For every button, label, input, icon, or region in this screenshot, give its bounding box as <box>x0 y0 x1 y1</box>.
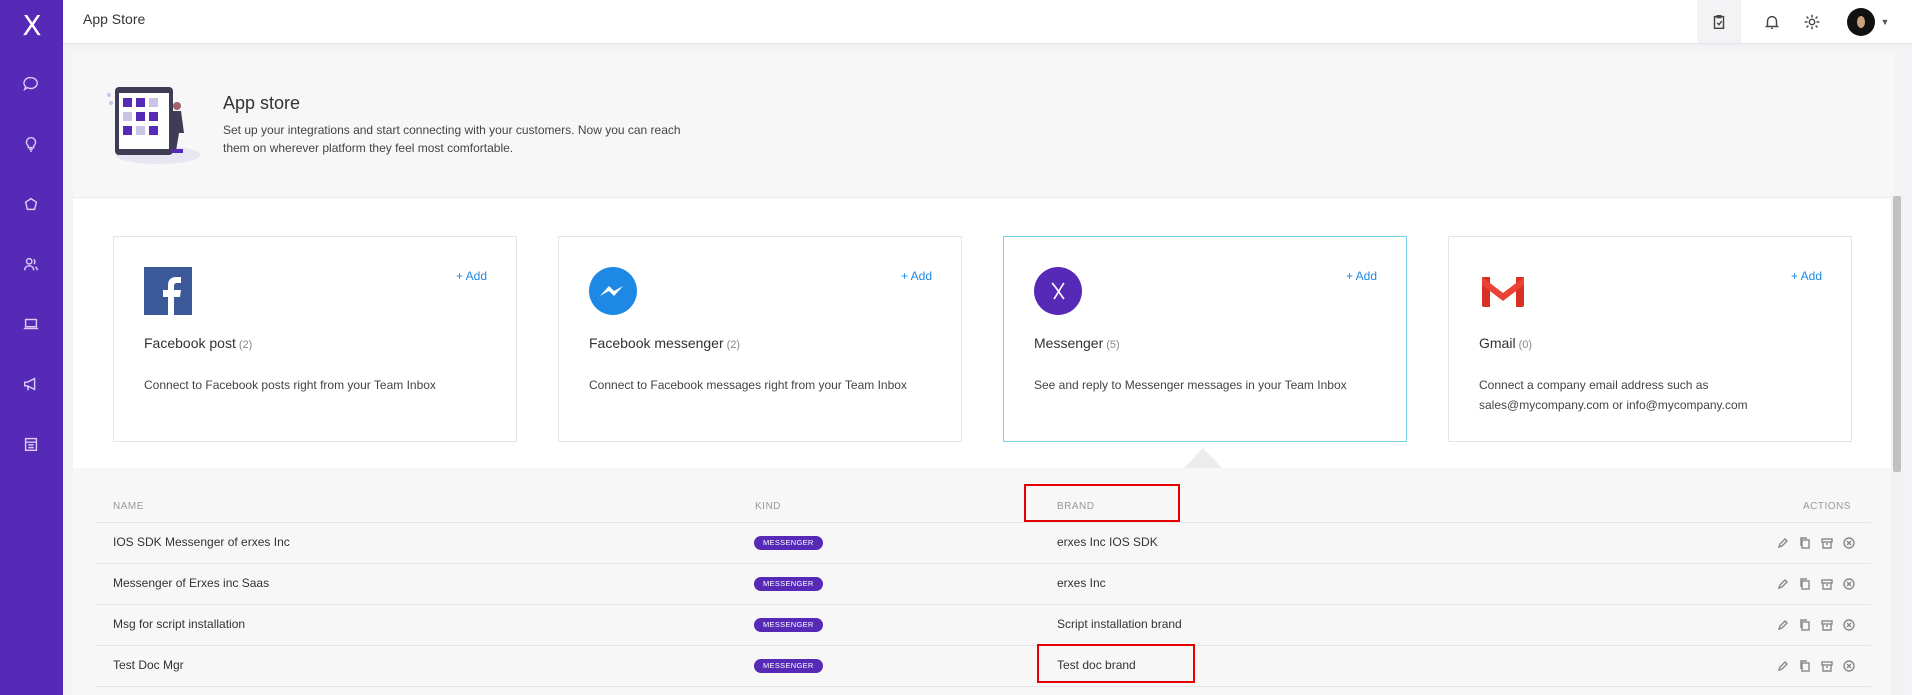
integrations-table: NAME KIND BRAND ACTIONS IOS SDK Messenge… <box>73 468 1894 695</box>
erxes-messenger-icon <box>1034 267 1082 315</box>
row-name: Messenger of Erxes inc Saas <box>113 576 270 590</box>
edit-icon[interactable] <box>1775 576 1791 592</box>
highlight-box-brand-cell <box>1037 644 1195 683</box>
active-card-pointer <box>1184 448 1222 468</box>
clipboard-check-icon[interactable] <box>1697 0 1741 43</box>
remove-icon[interactable] <box>1841 535 1857 551</box>
card-gmail[interactable]: + Add Gmail (0) Connect a company email a… <box>1448 236 1852 442</box>
card-title: Facebook messenger (2) <box>589 335 741 351</box>
row-brand: erxes Inc IOS SDK <box>1057 535 1158 549</box>
column-header-name[interactable]: NAME <box>113 501 144 512</box>
add-gmail-button[interactable]: + Add <box>1791 269 1822 283</box>
row-brand: erxes Inc <box>1057 576 1106 590</box>
row-name: Test Doc Mgr <box>113 658 184 672</box>
page-title: App Store <box>83 11 146 27</box>
kind-badge: MESSENGER <box>754 536 823 550</box>
copy-icon[interactable] <box>1797 658 1813 674</box>
edit-icon[interactable] <box>1775 535 1791 551</box>
card-description: Connect a company email address such as … <box>1479 378 1748 412</box>
kind-badge: MESSENGER <box>754 577 823 591</box>
laptop-icon[interactable] <box>17 310 45 338</box>
column-header-kind[interactable]: KIND <box>755 501 781 512</box>
kind-badge: MESSENGER <box>754 659 823 673</box>
add-facebook-messenger-button[interactable]: + Add <box>901 269 932 283</box>
hero-description: Set up your integrations and start conne… <box>223 123 681 155</box>
card-messenger[interactable]: + Add Messenger (5) See and reply to Mess… <box>1003 236 1407 442</box>
card-description: Connect to Facebook messages right from … <box>589 378 907 392</box>
facebook-icon <box>144 267 192 315</box>
sidebar: X <box>0 0 63 695</box>
chevron-down-icon: ▼ <box>1880 16 1890 27</box>
archive-icon[interactable] <box>1819 658 1835 674</box>
main-content: App store Set up your integrations and s… <box>73 53 1894 695</box>
bell-icon[interactable] <box>1757 0 1787 43</box>
remove-icon[interactable] <box>1841 576 1857 592</box>
integration-cards: + Add Facebook post (2) Connect to Facebo… <box>73 198 1894 470</box>
app-store-illustration <box>107 87 200 164</box>
box-icon[interactable] <box>17 190 45 218</box>
card-description: See and reply to Messenger messages in y… <box>1034 378 1347 392</box>
app-store-header: App store Set up your integrations and s… <box>73 53 1894 198</box>
archive-icon[interactable] <box>1819 617 1835 633</box>
card-title: Messenger (5) <box>1034 335 1120 351</box>
calendar-icon[interactable] <box>17 430 45 458</box>
row-actions <box>1775 576 1857 592</box>
table-row[interactable]: Test Doc Mgr MESSENGER Test doc brand <box>95 646 1871 687</box>
messenger-icon <box>589 267 637 315</box>
avatar[interactable] <box>1846 7 1875 36</box>
gear-icon[interactable] <box>1797 0 1827 43</box>
remove-icon[interactable] <box>1841 617 1857 633</box>
card-facebook-post[interactable]: + Add Facebook post (2) Connect to Facebo… <box>113 236 517 442</box>
copy-icon[interactable] <box>1797 617 1813 633</box>
top-bar: App Store ▼ <box>63 0 1912 44</box>
edit-icon[interactable] <box>1775 658 1791 674</box>
row-actions <box>1775 535 1857 551</box>
row-actions <box>1775 658 1857 674</box>
conversations-icon[interactable] <box>17 70 45 98</box>
erxes-logo[interactable]: X <box>16 10 48 42</box>
edit-icon[interactable] <box>1775 617 1791 633</box>
row-name: IOS SDK Messenger of erxes Inc <box>113 535 290 549</box>
copy-icon[interactable] <box>1797 535 1813 551</box>
highlight-box-brand-header <box>1024 484 1180 522</box>
megaphone-icon[interactable] <box>17 370 45 398</box>
table-row[interactable]: Msg for script installation MESSENGER Sc… <box>95 605 1871 646</box>
card-facebook-messenger[interactable]: + Add Facebook messenger (2) Connect to F… <box>558 236 962 442</box>
card-description: Connect to Facebook posts right from you… <box>144 378 436 392</box>
user-menu[interactable]: ▼ <box>1845 0 1891 43</box>
remove-icon[interactable] <box>1841 658 1857 674</box>
column-header-actions: ACTIONS <box>1803 501 1851 512</box>
table-header: NAME KIND BRAND ACTIONS <box>95 468 1871 523</box>
gmail-icon <box>1482 277 1524 307</box>
row-brand: Script installation brand <box>1057 617 1182 631</box>
row-actions <box>1775 617 1857 633</box>
add-messenger-button[interactable]: + Add <box>1346 269 1377 283</box>
scrollbar-thumb[interactable] <box>1893 196 1901 472</box>
card-title: Facebook post (2) <box>144 335 253 351</box>
row-name: Msg for script installation <box>113 617 246 631</box>
bulb-icon[interactable] <box>17 130 45 158</box>
hero-title: App store <box>223 93 301 113</box>
table-row[interactable]: Messenger of Erxes inc Saas MESSENGER er… <box>95 564 1871 605</box>
contacts-icon[interactable] <box>17 250 45 278</box>
kind-badge: MESSENGER <box>754 618 823 632</box>
card-title: Gmail (0) <box>1479 335 1533 351</box>
table-row[interactable]: IOS SDK Messenger of erxes Inc MESSENGER… <box>95 523 1871 564</box>
archive-icon[interactable] <box>1819 535 1835 551</box>
copy-icon[interactable] <box>1797 576 1813 592</box>
add-facebook-post-button[interactable]: + Add <box>456 269 487 283</box>
archive-icon[interactable] <box>1819 576 1835 592</box>
